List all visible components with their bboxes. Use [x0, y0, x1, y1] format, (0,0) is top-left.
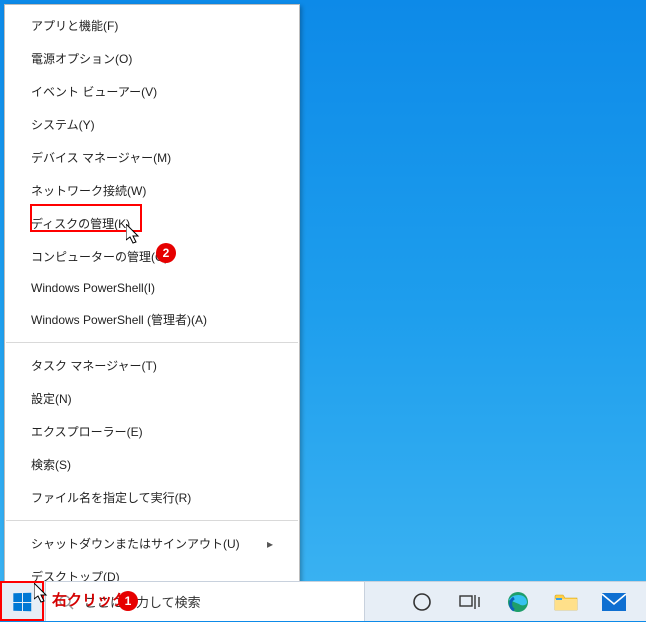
search-icon	[58, 594, 74, 610]
menu-item-device-manager[interactable]: デバイス マネージャー(M)	[5, 141, 299, 174]
taskbar-search-box[interactable]: ここに入力して検索	[45, 582, 365, 621]
circle-icon	[412, 592, 432, 612]
menu-item-network-connections[interactable]: ネットワーク接続(W)	[5, 174, 299, 207]
menu-item-settings[interactable]: 設定(N)	[5, 382, 299, 415]
menu-item-computer-management[interactable]: コンピューターの管理(G)	[5, 240, 299, 273]
taskbar-app-explorer[interactable]	[544, 582, 588, 622]
menu-item-powershell[interactable]: Windows PowerShell(I)	[5, 273, 299, 303]
menu-separator	[6, 342, 298, 343]
menu-item-explorer[interactable]: エクスプローラー(E)	[5, 415, 299, 448]
windows-logo-icon	[13, 592, 31, 611]
menu-item-run[interactable]: ファイル名を指定して実行(R)	[5, 481, 299, 514]
menu-item-system[interactable]: システム(Y)	[5, 108, 299, 141]
menu-item-powershell-admin[interactable]: Windows PowerShell (管理者)(A)	[5, 303, 299, 336]
submenu-arrow-icon: ▸	[267, 537, 273, 551]
taskbar: ここに入力して検索	[0, 581, 646, 621]
menu-item-disk-management[interactable]: ディスクの管理(K)	[5, 207, 299, 240]
task-view-icon	[459, 593, 481, 611]
menu-item-event-viewer[interactable]: イベント ビューアー(V)	[5, 75, 299, 108]
menu-item-apps-features[interactable]: アプリと機能(F)	[5, 9, 299, 42]
cortana-button[interactable]	[400, 582, 444, 622]
mail-icon	[601, 592, 627, 612]
menu-item-power-options[interactable]: 電源オプション(O)	[5, 42, 299, 75]
menu-item-search[interactable]: 検索(S)	[5, 448, 299, 481]
menu-item-shutdown-signout[interactable]: シャットダウンまたはサインアウト(U) ▸	[5, 527, 299, 560]
taskbar-icons	[400, 582, 646, 621]
start-button[interactable]	[0, 582, 44, 622]
menu-group: アプリと機能(F) 電源オプション(O) イベント ビューアー(V) システム(…	[5, 5, 299, 340]
taskbar-app-edge[interactable]	[496, 582, 540, 622]
task-view-button[interactable]	[448, 582, 492, 622]
search-placeholder: ここに入力して検索	[84, 592, 201, 611]
taskbar-app-mail[interactable]	[592, 582, 636, 622]
winx-context-menu: アプリと機能(F) 電源オプション(O) イベント ビューアー(V) システム(…	[4, 4, 300, 598]
folder-icon	[554, 592, 578, 612]
edge-icon	[506, 590, 530, 614]
menu-group: タスク マネージャー(T) 設定(N) エクスプローラー(E) 検索(S) ファ…	[5, 345, 299, 518]
menu-item-task-manager[interactable]: タスク マネージャー(T)	[5, 349, 299, 382]
menu-separator	[6, 520, 298, 521]
